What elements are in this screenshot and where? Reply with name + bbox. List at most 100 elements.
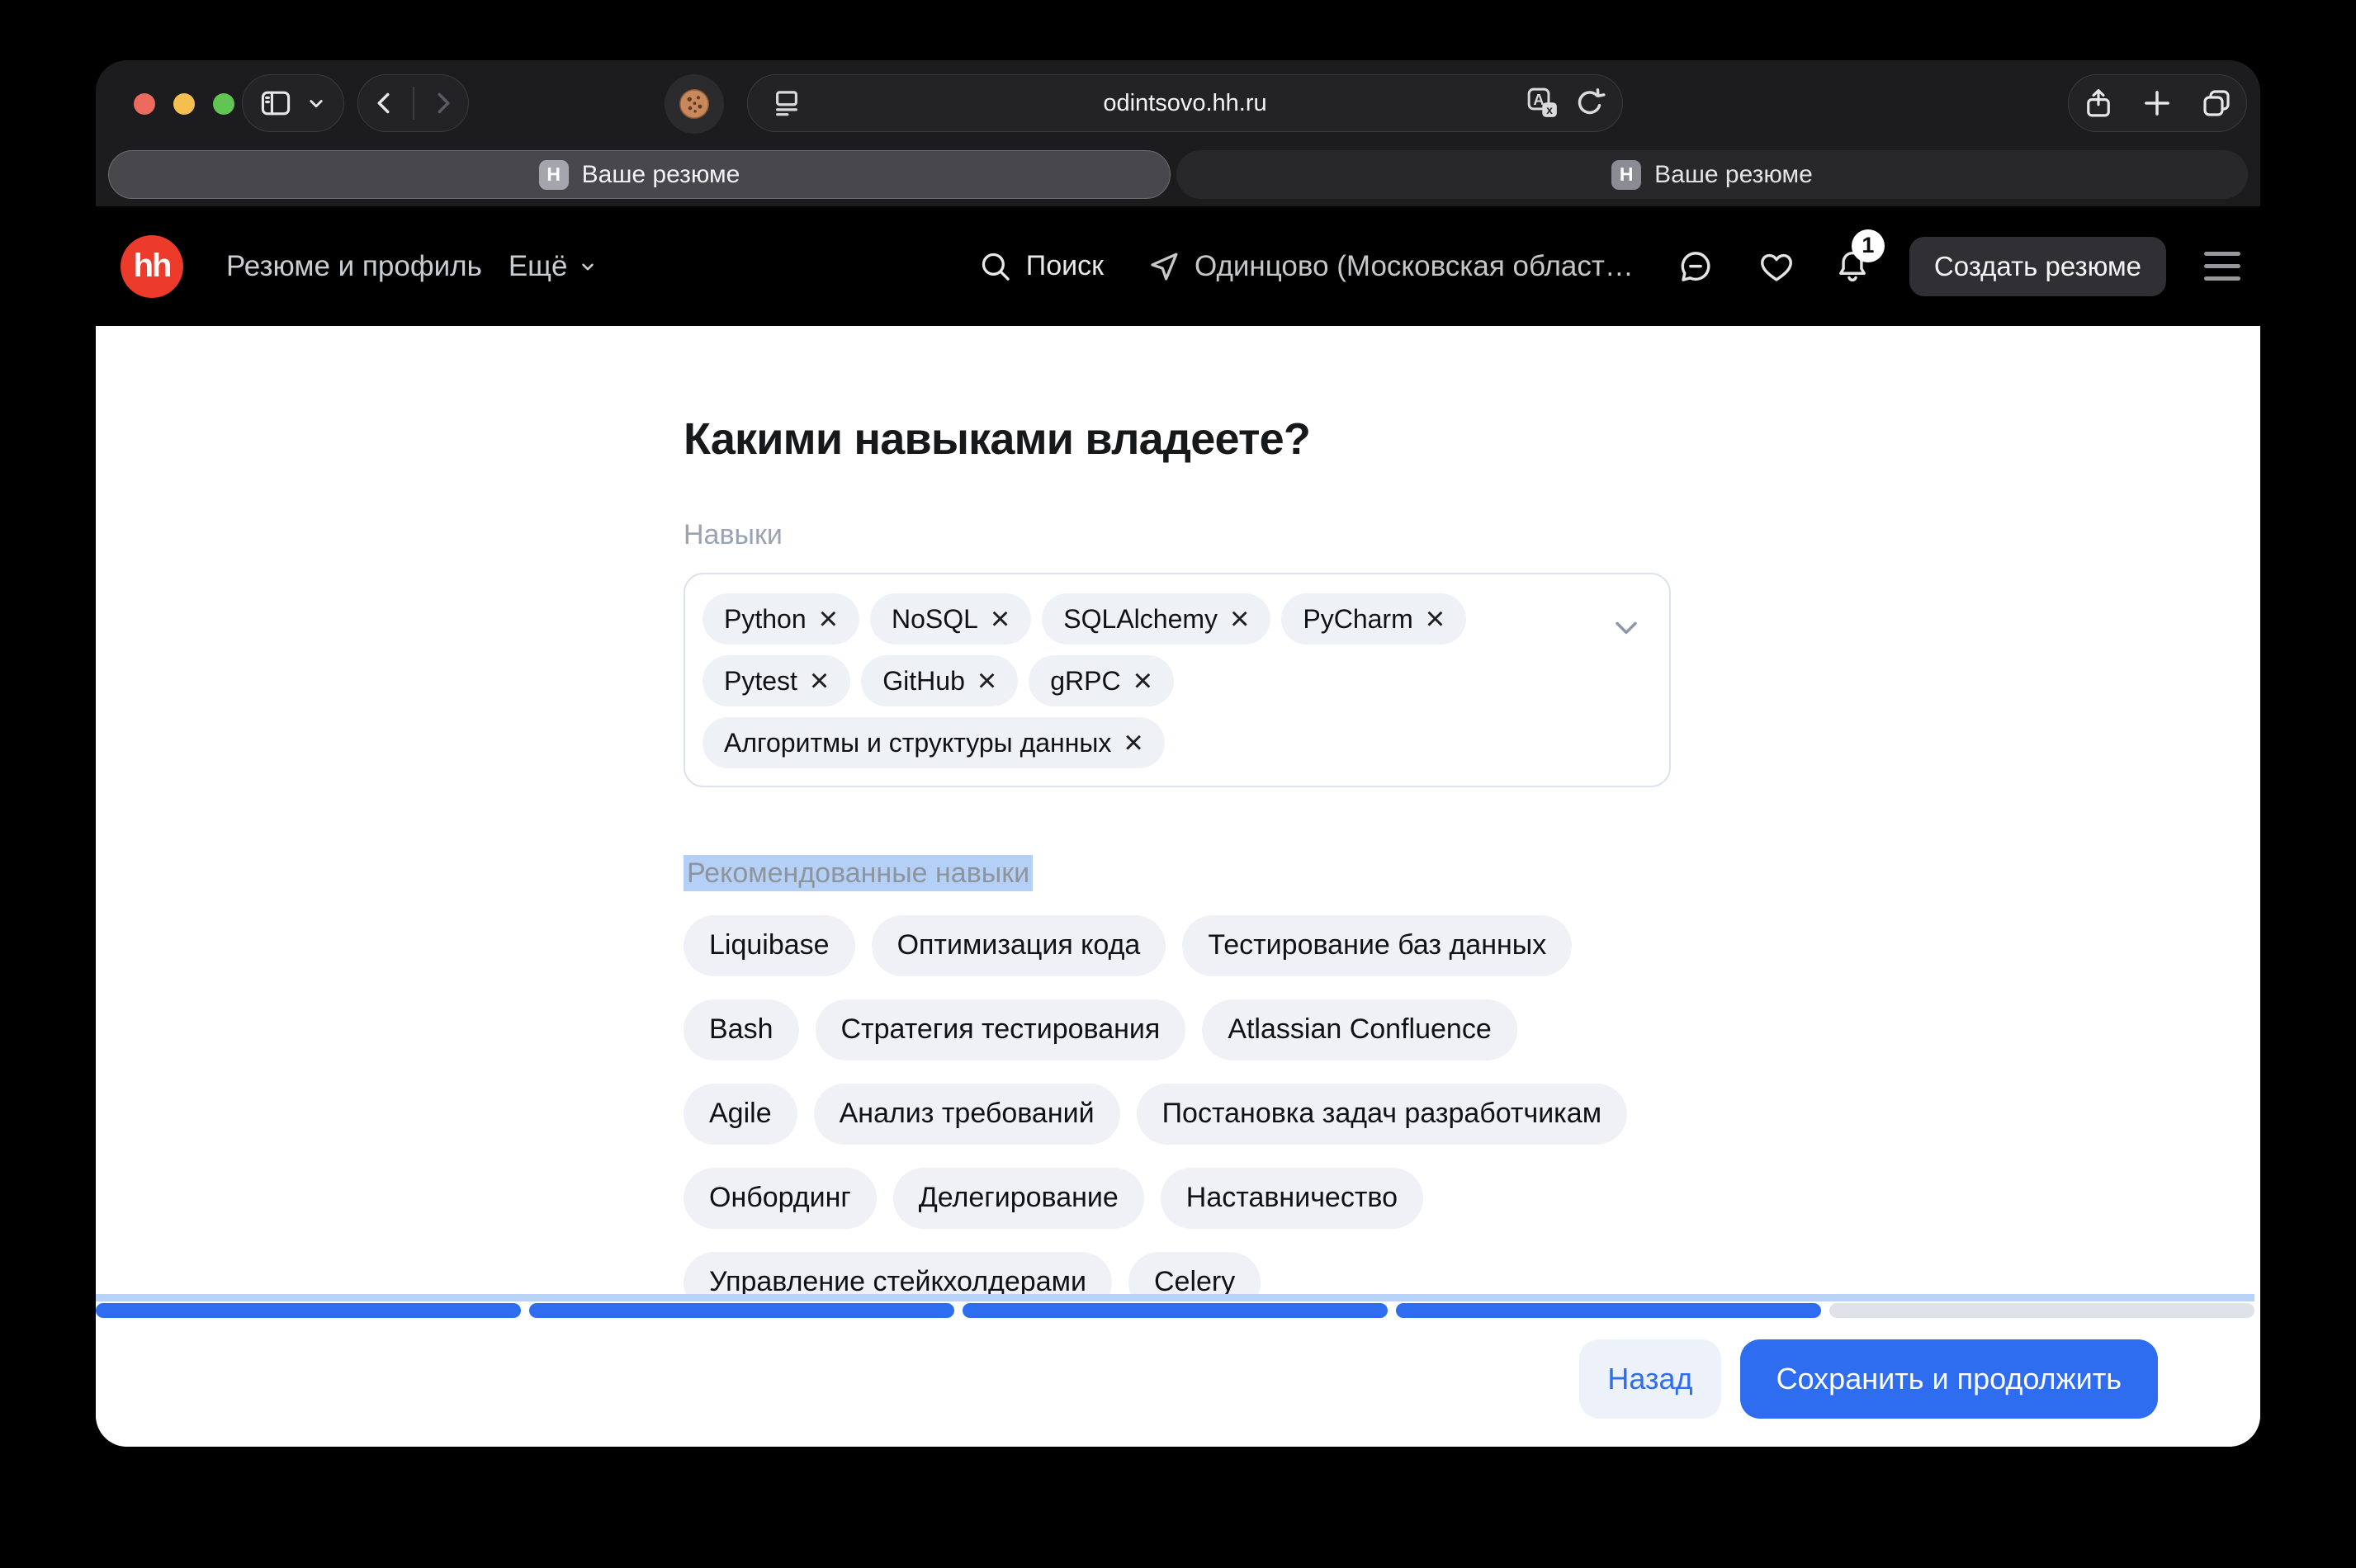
recommended-skills-label: Рекомендованные навыки	[684, 857, 1671, 890]
skill-chip-label: Алгоритмы и структуры данных	[724, 728, 1111, 758]
forward-button[interactable]	[428, 88, 457, 118]
main-content: Какими навыками владеете? Навыки Python …	[684, 326, 1671, 1313]
search-icon	[978, 249, 1013, 284]
recommended-skill-chip[interactable]: Анализ требований	[814, 1084, 1120, 1145]
toolbar-divider	[413, 87, 414, 120]
remove-skill-icon[interactable]: ×	[1133, 668, 1152, 694]
close-window-button[interactable]	[134, 93, 155, 115]
sidebar-toggle-button[interactable]	[242, 74, 344, 132]
browser-window: odintsovo.hh.ru A x	[96, 60, 2260, 1447]
menu-burger-icon[interactable]	[2204, 252, 2240, 281]
skill-chip-label: Онбординг	[709, 1182, 851, 1214]
chevron-down-icon	[304, 91, 329, 116]
skill-chip-row: Liquibase Оптимизация кода Тестирование …	[684, 915, 1671, 976]
skill-chip-row: Bash Стратегия тестирования Atlassian Co…	[684, 999, 1671, 1060]
remove-skill-icon[interactable]: ×	[991, 606, 1010, 632]
address-bar[interactable]: odintsovo.hh.ru A x	[747, 74, 1623, 132]
progress-segment	[529, 1303, 954, 1318]
skill-chip-label: SQLAlchemy	[1063, 604, 1218, 635]
extension-cookie-button[interactable]	[665, 74, 724, 134]
create-resume-button[interactable]: Создать резюме	[1909, 237, 2166, 296]
recommended-skill-chip[interactable]: Делегирование	[893, 1168, 1144, 1229]
back-button[interactable]	[370, 88, 400, 118]
remove-skill-icon[interactable]: ×	[977, 668, 996, 694]
recommended-skill-chip[interactable]: Bash	[684, 999, 799, 1060]
location-arrow-icon	[1147, 249, 1181, 284]
favorites-heart-icon[interactable]	[1758, 248, 1795, 286]
hh-favicon: H	[539, 160, 569, 190]
skill-chip-label: GitHub	[882, 666, 965, 697]
skill-chip-label: Тестирование баз данных	[1208, 929, 1546, 961]
traffic-lights	[134, 60, 234, 147]
skill-chip-label: Постановка задач разработчикам	[1162, 1098, 1602, 1130]
save-and-continue-button[interactable]: Сохранить и продолжить	[1740, 1339, 2158, 1419]
tab-label: Ваше резюме	[582, 161, 740, 189]
site-header: hh Резюме и профиль Ещё	[96, 206, 2260, 326]
remove-skill-icon[interactable]: ×	[810, 668, 829, 694]
share-icon[interactable]	[2081, 86, 2116, 120]
toolbar-actions	[2068, 74, 2247, 132]
skill-chip-row: Алгоритмы и структуры данных ×	[703, 717, 1578, 768]
new-tab-icon[interactable]	[2140, 86, 2174, 120]
selected-skill-chip[interactable]: gRPC ×	[1029, 655, 1174, 706]
minimize-window-button[interactable]	[173, 93, 195, 115]
remove-skill-icon[interactable]: ×	[1426, 606, 1445, 632]
remove-skill-icon[interactable]: ×	[819, 606, 838, 632]
tab-your-resume-inactive[interactable]: H Ваше резюме	[1176, 150, 2248, 199]
progress-segment	[1396, 1303, 1821, 1318]
reload-icon[interactable]	[1573, 86, 1607, 120]
remove-skill-icon[interactable]: ×	[1230, 606, 1249, 632]
skill-chip-label: Agile	[709, 1098, 772, 1130]
tab-overview-icon[interactable]	[2199, 86, 2234, 120]
recommended-skill-chip[interactable]: Atlassian Confluence	[1202, 999, 1516, 1060]
skills-input-field[interactable]: Python × NoSQL × SQLAlchemy × PyCharm ×	[684, 573, 1671, 787]
page-viewport: hh Резюме и профиль Ещё	[96, 206, 2260, 1447]
hh-logo[interactable]: hh	[121, 235, 183, 298]
url-text: odintsovo.hh.ru	[748, 90, 1622, 117]
selected-skill-chip[interactable]: SQLAlchemy ×	[1042, 593, 1270, 645]
notifications-bell[interactable]: 1	[1833, 248, 1871, 286]
recommended-skill-chip[interactable]: Постановка задач разработчикам	[1137, 1084, 1628, 1145]
tab-label: Ваше резюме	[1654, 161, 1813, 189]
nav-more[interactable]: Ещё	[509, 250, 599, 283]
skill-chip-label: Pytest	[724, 666, 797, 697]
skill-chip-label: NoSQL	[892, 604, 978, 635]
recommended-skill-chip[interactable]: Agile	[684, 1084, 797, 1145]
skill-chip-label: PyCharm	[1303, 604, 1412, 635]
selected-skill-chip[interactable]: Pytest ×	[703, 655, 850, 706]
browser-toolbar: odintsovo.hh.ru A x	[96, 60, 2260, 147]
header-location[interactable]: Одинцово (Московская област…	[1147, 249, 1634, 284]
selected-skill-chip[interactable]: NoSQL ×	[870, 593, 1031, 645]
header-search[interactable]: Поиск	[978, 249, 1104, 284]
recommended-skill-chip[interactable]: Стратегия тестирования	[816, 999, 1186, 1060]
recommended-skill-chip[interactable]: Liquibase	[684, 915, 855, 976]
skill-chip-row: Pytest × GitHub × gRPC ×	[703, 655, 1578, 706]
selected-text-highlight: Рекомендованные навыки	[684, 855, 1033, 891]
skill-chip-label: Python	[724, 604, 807, 635]
tab-your-resume-active[interactable]: H Ваше резюме	[108, 150, 1171, 199]
translate-icon[interactable]: A x	[1525, 85, 1561, 121]
skill-chip-row: Python × NoSQL × SQLAlchemy × PyCharm ×	[703, 593, 1578, 645]
recommended-skill-chip[interactable]: Наставничество	[1161, 1168, 1423, 1229]
zoom-window-button[interactable]	[213, 93, 234, 115]
expand-field-chevron-icon[interactable]	[1608, 609, 1644, 645]
recommended-skill-chip[interactable]: Оптимизация кода	[872, 915, 1166, 976]
nav-resume-profile[interactable]: Резюме и профиль	[226, 250, 482, 283]
page-title: Какими навыками владеете?	[684, 413, 1671, 465]
history-nav	[357, 74, 469, 132]
selected-skill-chip[interactable]: Алгоритмы и структуры данных ×	[703, 717, 1165, 768]
skill-chip-label: Оптимизация кода	[897, 929, 1141, 961]
selected-skill-chip[interactable]: PyCharm ×	[1281, 593, 1466, 645]
selected-skill-chip[interactable]: GitHub ×	[861, 655, 1018, 706]
recommended-skill-chip[interactable]: Онбординг	[684, 1168, 877, 1229]
recommended-skill-chip[interactable]: Тестирование баз данных	[1182, 915, 1572, 976]
skill-chip-label: Bash	[709, 1013, 774, 1046]
progress-segment	[1829, 1303, 2254, 1318]
selected-skills: Python × NoSQL × SQLAlchemy × PyCharm ×	[703, 593, 1578, 768]
bottom-bar: Назад Сохранить и продолжить	[96, 1294, 2260, 1447]
back-button[interactable]: Назад	[1579, 1339, 1720, 1419]
remove-skill-icon[interactable]: ×	[1124, 730, 1143, 756]
progress-highlight-strip	[96, 1294, 2254, 1301]
selected-skill-chip[interactable]: Python ×	[703, 593, 859, 645]
chats-icon[interactable]	[1677, 248, 1715, 286]
